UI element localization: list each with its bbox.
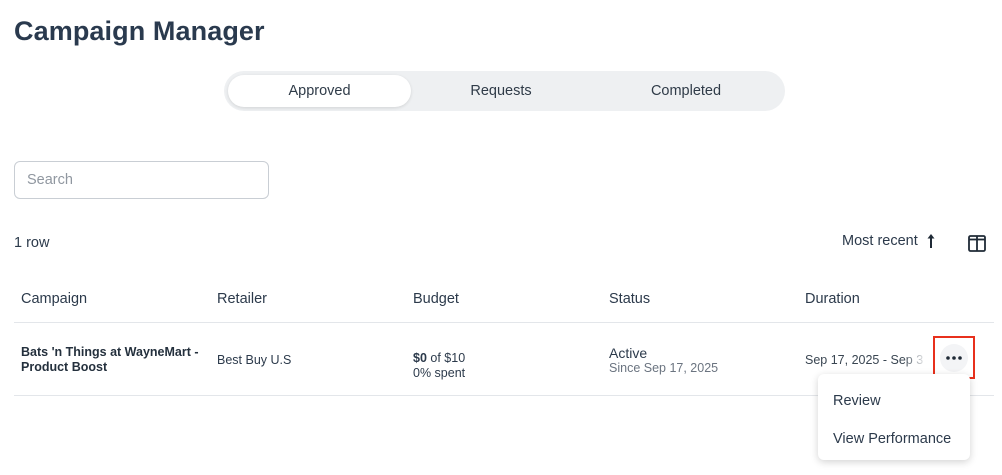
budget-spent: $0 [413, 351, 427, 365]
budget-cell: $0 of $10 0% spent [413, 351, 465, 381]
menu-item-view-performance[interactable]: View Performance [818, 420, 970, 458]
page-title: Campaign Manager [14, 16, 265, 46]
budget-percent: 0% spent [413, 366, 466, 380]
arrow-up-icon [926, 233, 936, 249]
campaign-name[interactable]: Bats 'n Things at WayneMart - Product Bo… [21, 345, 206, 375]
column-header-duration[interactable]: Duration [805, 291, 860, 307]
budget-total: of $10 [430, 351, 466, 365]
tab-group: Approved Requests Completed [224, 71, 785, 111]
sort-label: Most recent [842, 233, 918, 249]
retailer-name: Best Buy U.S [217, 353, 292, 367]
row-count: 1 row [14, 235, 50, 251]
menu-item-review[interactable]: Review [818, 382, 970, 420]
row-actions-menu: Review View Performance [818, 374, 970, 460]
column-header-campaign[interactable]: Campaign [21, 291, 87, 307]
sort-button[interactable]: Most recent [842, 233, 936, 249]
more-horizontal-icon[interactable] [940, 343, 968, 372]
column-header-status[interactable]: Status [609, 291, 650, 307]
row-actions-highlight [933, 336, 975, 379]
status-cell: Active Since Sep 17, 2025 [609, 345, 718, 376]
tab-approved[interactable]: Approved [228, 75, 411, 107]
header-divider [14, 322, 994, 323]
status-label: Active [609, 345, 648, 361]
tab-completed[interactable]: Completed [591, 75, 781, 107]
column-header-retailer[interactable]: Retailer [217, 291, 267, 307]
search-input[interactable] [14, 161, 269, 199]
column-header-budget[interactable]: Budget [413, 291, 459, 307]
status-since: Since Sep 17, 2025 [609, 361, 719, 375]
duration-value: Sep 17, 2025 - Sep 3 [805, 353, 927, 368]
columns-icon[interactable] [968, 235, 986, 252]
tab-requests[interactable]: Requests [411, 75, 591, 107]
